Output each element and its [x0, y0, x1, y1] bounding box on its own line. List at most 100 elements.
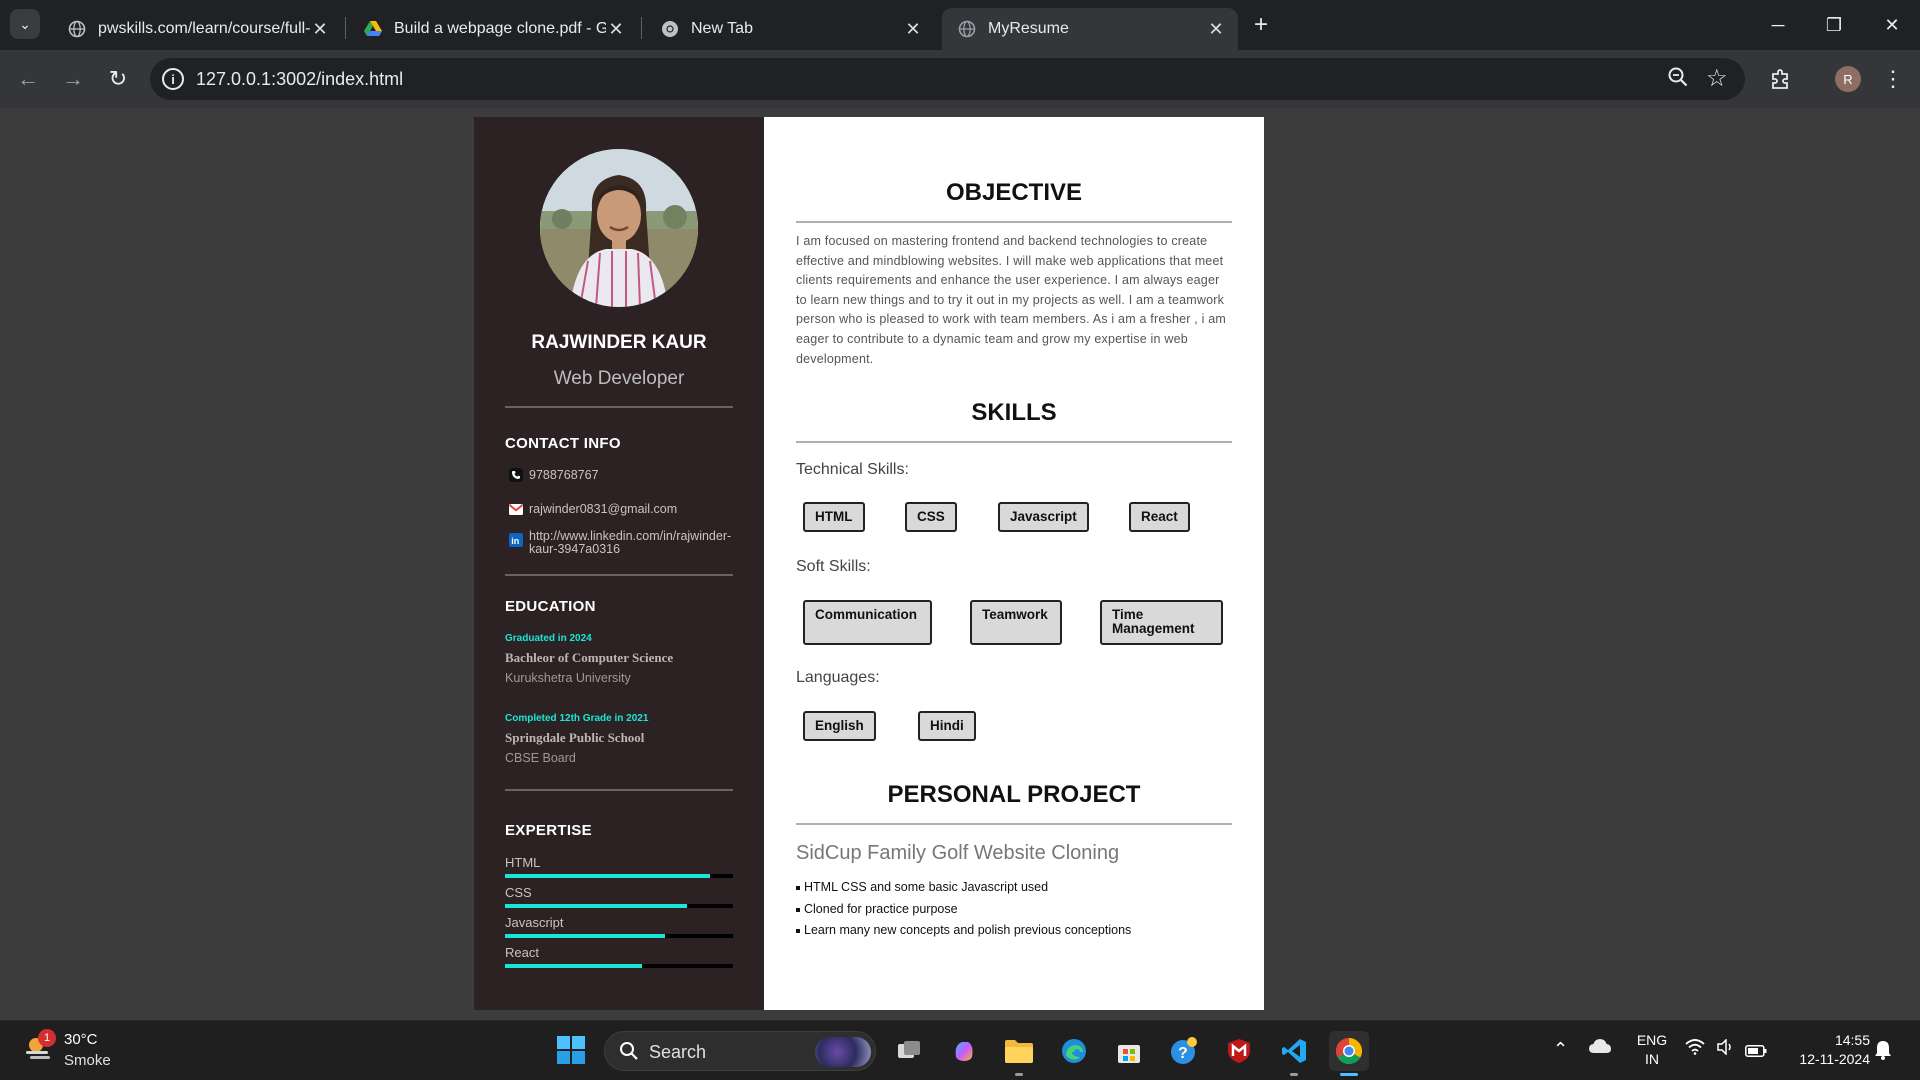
tab-myresume[interactable]: MyResume ✕: [942, 8, 1238, 50]
list-item: Learn many new concepts and polish previ…: [795, 923, 1131, 945]
contact-phone: 9788768767: [509, 468, 599, 482]
skill-chip: HTML: [803, 502, 865, 532]
project-heading: PERSONAL PROJECT: [887, 781, 1141, 808]
tab-pwskills[interactable]: pwskills.com/learn/course/full-s ✕: [52, 8, 342, 50]
vscode-icon[interactable]: [1274, 1031, 1314, 1071]
email-link[interactable]: rajwinder0831@gmail.com: [529, 502, 677, 516]
phone-icon: [509, 468, 523, 482]
globe-icon: [68, 20, 86, 38]
phone-number: 9788768767: [529, 468, 599, 482]
volume-icon[interactable]: [1716, 1038, 1736, 1060]
close-window-button[interactable]: ✕: [1872, 10, 1912, 40]
profile-photo: [540, 149, 698, 307]
onedrive-icon[interactable]: [1588, 1037, 1612, 1060]
task-view-icon[interactable]: [889, 1031, 929, 1071]
svg-text:?: ?: [1178, 1045, 1188, 1062]
windows-start-icon[interactable]: [556, 1035, 586, 1065]
resume-role: Web Developer: [553, 368, 685, 389]
language-indicator[interactable]: ENG IN: [1635, 1031, 1669, 1069]
list-item: HTML CSS and some basic Javascript used: [795, 880, 1131, 902]
language-chip: Hindi: [918, 711, 976, 741]
search-highlight-image: [815, 1037, 871, 1067]
expertise-bar-fill: [505, 874, 711, 878]
wifi-icon[interactable]: [1685, 1039, 1705, 1060]
address-bar[interactable]: i 127.0.0.1:3002/index.html ☆: [150, 58, 1745, 100]
zoom-icon[interactable]: [1667, 66, 1689, 94]
arrow-right-icon: →: [62, 66, 84, 91]
file-explorer-icon[interactable]: [999, 1031, 1039, 1071]
expertise-bar-fill: [505, 964, 642, 968]
back-button[interactable]: ←: [13, 64, 43, 94]
languages-label: Languages:: [796, 669, 880, 686]
language-code: ENG: [1636, 1032, 1668, 1048]
weather-description[interactable]: Smoke: [64, 1052, 111, 1069]
chrome-icon: [661, 20, 679, 38]
mcafee-icon[interactable]: [1219, 1031, 1259, 1071]
expertise-label: HTML: [505, 855, 541, 870]
contact-heading: CONTACT INFO: [505, 435, 621, 452]
arrow-left-icon: ←: [17, 66, 39, 91]
browser-tab-bar: ⌄ pwskills.com/learn/course/full-s ✕ Bui…: [0, 0, 1920, 50]
reload-button[interactable]: ↻: [103, 64, 133, 94]
edge-icon[interactable]: [1054, 1031, 1094, 1071]
site-info-icon[interactable]: i: [162, 68, 184, 90]
bookmark-star-icon[interactable]: ☆: [1706, 64, 1728, 93]
education-date: Graduated in 2024: [505, 633, 592, 644]
skill-chip: React: [1129, 502, 1190, 532]
gmail-icon: [509, 502, 523, 516]
restore-icon: ❐: [1825, 14, 1843, 35]
skills-heading: SKILLS: [971, 399, 1057, 426]
education-institution: CBSE Board: [505, 751, 576, 765]
profile-avatar[interactable]: R: [1835, 66, 1861, 92]
help-tips-icon[interactable]: ?: [1164, 1031, 1204, 1071]
notification-badge: 1: [38, 1029, 56, 1047]
running-indicator: [1015, 1073, 1023, 1076]
microsoft-store-icon[interactable]: [1109, 1031, 1149, 1071]
list-item: Cloned for practice purpose: [795, 902, 1131, 924]
system-clock[interactable]: 14:55 12-11-2024: [1780, 1031, 1870, 1069]
close-icon[interactable]: ✕: [310, 19, 330, 40]
skill-chip: Teamwork: [970, 600, 1062, 645]
tab-search-button[interactable]: ⌄: [10, 9, 40, 39]
education-degree: Bachleor of Computer Science: [505, 650, 674, 665]
language-chip: English: [803, 711, 876, 741]
taskbar-search[interactable]: Search: [604, 1031, 876, 1071]
resume-name: RAJWINDER KAUR: [531, 332, 707, 353]
extensions-icon[interactable]: [1765, 64, 1795, 94]
close-icon[interactable]: ✕: [1206, 19, 1226, 40]
expertise-label: CSS: [505, 885, 532, 900]
skill-chip: Communication: [803, 600, 932, 645]
expertise-bar: [505, 964, 733, 968]
tab-separator: [641, 17, 642, 39]
weather-temperature[interactable]: 30°C: [64, 1031, 98, 1048]
objective-text: I am focused on mastering frontend and b…: [796, 234, 1227, 366]
copilot-icon[interactable]: [944, 1031, 984, 1071]
contact-linkedin[interactable]: in http://www.linkedin.com/in/rajwinder-…: [509, 530, 731, 556]
contact-email[interactable]: rajwinder0831@gmail.com: [509, 502, 677, 516]
new-tab-button[interactable]: +: [1246, 10, 1276, 40]
close-icon[interactable]: ✕: [606, 19, 626, 40]
chrome-taskbar-icon[interactable]: [1329, 1031, 1369, 1071]
forward-button[interactable]: →: [58, 64, 88, 94]
tab-new-tab[interactable]: New Tab ✕: [645, 8, 935, 50]
close-icon[interactable]: ✕: [903, 19, 923, 40]
battery-icon[interactable]: [1745, 1041, 1767, 1062]
restore-button[interactable]: ❐: [1814, 10, 1854, 40]
chevron-down-icon: ⌄: [19, 15, 31, 32]
url-text[interactable]: 127.0.0.1:3002/index.html: [196, 69, 403, 90]
expertise-bar: [505, 904, 733, 908]
more-menu-icon[interactable]: ⋮: [1880, 64, 1906, 94]
tab-title: pwskills.com/learn/course/full-s: [98, 20, 310, 37]
education-heading: EDUCATION: [505, 598, 596, 615]
tab-title: MyResume: [988, 20, 1069, 37]
minimize-button[interactable]: ─: [1758, 10, 1798, 40]
linkedin-link[interactable]: http://www.linkedin.com/in/rajwinder- ka…: [529, 530, 731, 556]
chevron-up-icon[interactable]: ⌃: [1553, 1039, 1568, 1060]
globe-icon: [958, 20, 976, 38]
browser-toolbar: ← → ↻ i 127.0.0.1:3002/index.html ☆ R ⋮: [0, 50, 1920, 108]
linkedin-url-line2: kaur-3947a0316: [529, 542, 621, 556]
technical-skills-label: Technical Skills:: [796, 461, 909, 478]
tab-drive-pdf[interactable]: Build a webpage clone.pdf - Go ✕: [348, 8, 638, 50]
expertise-label: React: [505, 945, 539, 960]
notification-bell-icon[interactable]: [1874, 1040, 1892, 1065]
